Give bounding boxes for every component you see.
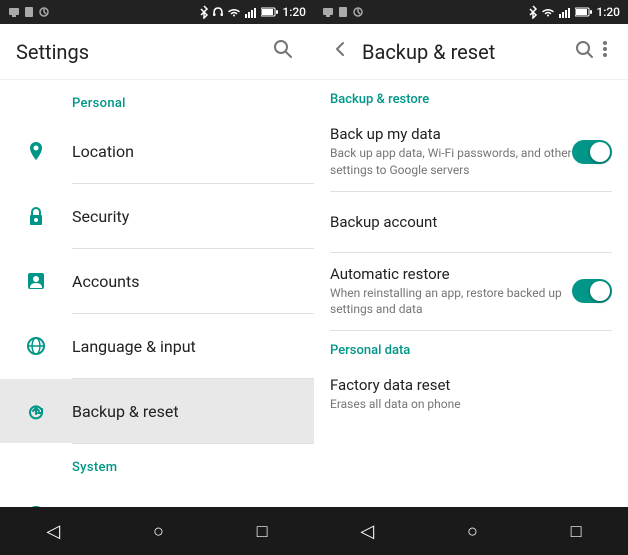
language-item[interactable]: Language & input <box>0 314 314 378</box>
auto-restore-title: Automatic restore <box>330 265 572 283</box>
location-title: Location <box>72 142 298 161</box>
accounts-title: Accounts <box>72 272 298 291</box>
right-nav-back-button[interactable]: ◁ <box>340 513 394 550</box>
location-svg <box>25 140 47 162</box>
auto-restore-item[interactable]: Automatic restore When reinstalling an a… <box>314 253 628 331</box>
right-bluetooth-icon <box>528 5 538 19</box>
backup-data-subtitle: Back up app data, Wi-Fi passwords, and o… <box>330 145 572 179</box>
right-time: 1:20 <box>596 5 620 19</box>
backup-text: Backup & reset <box>72 402 298 421</box>
right-more-button[interactable] <box>598 35 612 68</box>
more-options-icon <box>602 39 608 59</box>
right-status-icons <box>322 6 364 18</box>
signal-icon <box>244 6 258 18</box>
notification-icon-3 <box>38 6 50 18</box>
security-svg <box>25 205 47 227</box>
auto-restore-subtitle: When reinstalling an app, restore backed… <box>330 285 572 319</box>
language-icon <box>16 326 56 366</box>
accounts-item[interactable]: Accounts <box>0 249 314 313</box>
left-back-button[interactable]: ◁ <box>26 513 80 550</box>
security-item[interactable]: Security <box>0 184 314 248</box>
left-nav-bar: ◁ ○ □ <box>0 507 314 555</box>
left-content: Personal Location Security <box>0 80 314 507</box>
left-toolbar-title: Settings <box>16 40 268 64</box>
accounts-text: Accounts <box>72 272 298 291</box>
right-nav-bar: ◁ ○ □ <box>314 507 628 555</box>
right-wifi-icon <box>541 6 555 18</box>
right-status-bar: 1:20 <box>314 0 628 24</box>
right-nav-home-button[interactable]: ○ <box>447 513 498 550</box>
backup-restore-header: Backup & restore <box>314 80 628 113</box>
location-text: Location <box>72 142 298 161</box>
language-text: Language & input <box>72 337 298 356</box>
left-search-button[interactable] <box>268 34 298 69</box>
backup-icon <box>16 391 56 431</box>
location-item[interactable]: Location <box>0 119 314 183</box>
left-home-button[interactable]: ○ <box>133 513 184 550</box>
left-panel: 1:20 Settings Personal Location <box>0 0 314 555</box>
backup-account-title: Backup account <box>330 213 612 231</box>
right-back-button[interactable] <box>330 39 350 64</box>
backup-data-title: Back up my data <box>330 125 572 143</box>
right-battery-icon <box>575 6 593 18</box>
right-notif-1 <box>322 6 334 18</box>
right-notif-2 <box>337 6 349 18</box>
notification-icon-1 <box>8 6 20 18</box>
left-time: 1:20 <box>282 5 306 19</box>
left-status-right: 1:20 <box>199 5 306 19</box>
accounts-svg <box>25 270 47 292</box>
right-toolbar: Backup & reset <box>314 24 628 80</box>
back-arrow-icon <box>330 39 350 59</box>
bluetooth-icon <box>199 5 209 19</box>
left-status-icons <box>8 6 50 18</box>
right-status-right: 1:20 <box>528 5 620 19</box>
right-nav-recent-button[interactable]: □ <box>551 513 602 550</box>
backup-title: Backup & reset <box>72 402 298 421</box>
datetime-item[interactable]: Date & time <box>0 483 314 507</box>
datetime-svg <box>25 504 47 507</box>
left-toolbar: Settings <box>0 24 314 80</box>
factory-reset-subtitle: Erases all data on phone <box>330 396 612 413</box>
factory-reset-item[interactable]: Factory data reset Erases all data on ph… <box>314 364 628 425</box>
right-toolbar-title: Backup & reset <box>362 40 570 64</box>
left-status-bar: 1:20 <box>0 0 314 24</box>
battery-icon <box>261 6 279 18</box>
backup-data-text: Back up my data Back up app data, Wi-Fi … <box>330 125 572 179</box>
right-content: Backup & restore Back up my data Back up… <box>314 80 628 507</box>
right-search-button[interactable] <box>570 35 598 68</box>
notification-icon-2 <box>23 6 35 18</box>
headphone-icon <box>212 6 224 18</box>
accounts-icon <box>16 261 56 301</box>
backup-data-toggle[interactable] <box>572 140 612 164</box>
datetime-title: Date & time <box>72 506 298 508</box>
right-notif-3 <box>352 6 364 18</box>
left-recent-button[interactable]: □ <box>237 513 288 550</box>
backup-account-item[interactable]: Backup account <box>314 192 628 252</box>
security-title: Security <box>72 207 298 226</box>
backup-account-text: Backup account <box>330 213 612 231</box>
right-signal-icon <box>558 6 572 18</box>
right-search-icon <box>574 39 594 59</box>
personal-section-header: Personal <box>0 80 314 119</box>
auto-restore-toggle[interactable] <box>572 279 612 303</box>
location-icon <box>16 131 56 171</box>
factory-reset-text: Factory data reset Erases all data on ph… <box>330 376 612 413</box>
language-title: Language & input <box>72 337 298 356</box>
search-icon <box>272 38 294 60</box>
security-text: Security <box>72 207 298 226</box>
right-panel: 1:20 Backup & reset Backup & restore Bac… <box>314 0 628 555</box>
factory-reset-title: Factory data reset <box>330 376 612 394</box>
personal-data-header: Personal data <box>314 331 628 364</box>
security-icon <box>16 196 56 236</box>
datetime-text: Date & time <box>72 506 298 508</box>
language-svg <box>25 335 47 357</box>
wifi-icon <box>227 6 241 18</box>
backup-item[interactable]: Backup & reset <box>0 379 314 443</box>
backup-svg <box>25 400 47 422</box>
datetime-icon <box>16 495 56 507</box>
system-section-header: System <box>0 444 314 483</box>
backup-data-item[interactable]: Back up my data Back up app data, Wi-Fi … <box>314 113 628 191</box>
auto-restore-text: Automatic restore When reinstalling an a… <box>330 265 572 319</box>
